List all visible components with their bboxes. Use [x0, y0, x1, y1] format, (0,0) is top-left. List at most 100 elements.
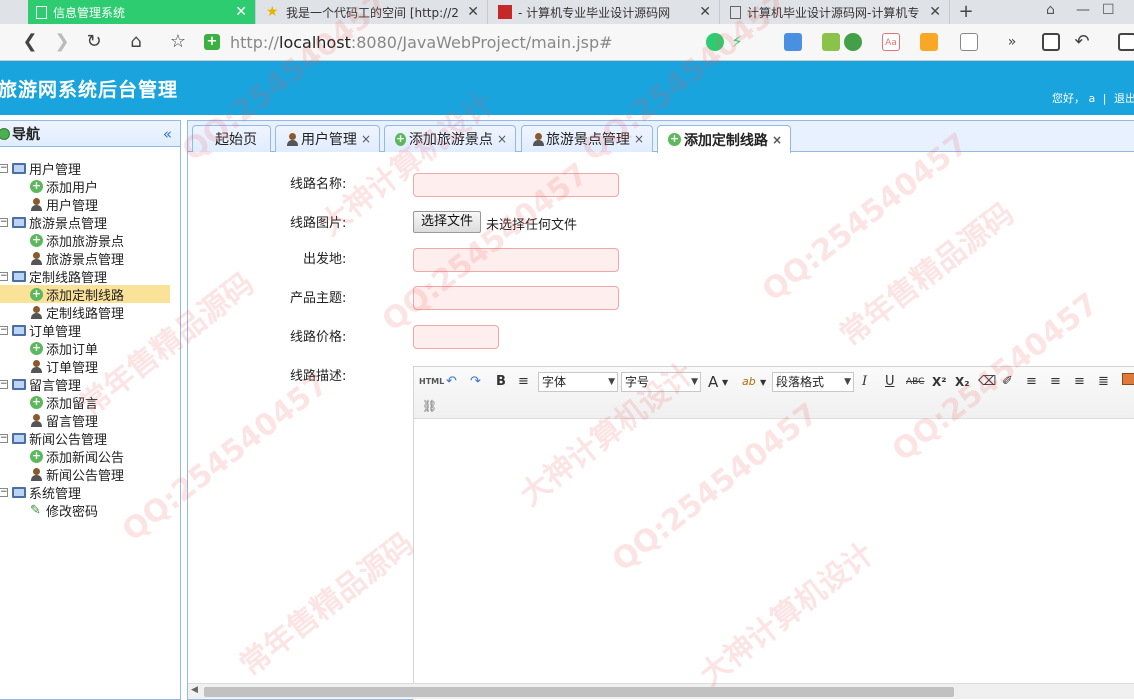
- close-tab-icon[interactable]: ✕: [467, 4, 479, 20]
- font-size-select[interactable]: 字号 ▼: [621, 372, 701, 392]
- tree-item-route-manage[interactable]: 定制线路管理: [0, 303, 180, 322]
- justify-icon[interactable]: ≣: [1098, 372, 1109, 392]
- browser-tab-4[interactable]: 计算机毕业设计源码网-计算机专 ✕: [722, 0, 950, 24]
- screenshot-icon[interactable]: [920, 33, 938, 51]
- tab-add-route[interactable]: + 添加定制线路 ×: [657, 125, 791, 153]
- clear-format-icon[interactable]: ⌫: [978, 372, 996, 392]
- collapse-toggle-icon[interactable]: −: [0, 379, 8, 389]
- horizontal-scrollbar[interactable]: ◀: [188, 683, 1134, 699]
- bookmark-star-icon[interactable]: ☆: [166, 30, 190, 54]
- tree-item-message-manage[interactable]: 留言管理: [0, 411, 180, 430]
- tree-item-order-manage[interactable]: 订单管理: [0, 357, 180, 376]
- superscript-button[interactable]: X²: [932, 372, 947, 392]
- tree-group-attractions[interactable]: − 旅游景点管理: [0, 213, 180, 232]
- editor-content-area[interactable]: [414, 419, 1134, 700]
- close-tab-icon[interactable]: ✕: [699, 4, 711, 20]
- tree-group-routes[interactable]: − 定制线路管理: [0, 267, 180, 286]
- undo-icon[interactable]: ↶: [1070, 30, 1094, 54]
- skin-icon[interactable]: ⌂: [1046, 0, 1055, 24]
- collapse-sidebar-icon[interactable]: «: [163, 125, 172, 143]
- close-tab-icon[interactable]: ×: [361, 132, 371, 146]
- browser-tab-2[interactable]: ★ 我是一个代码工的空间 [http://2 ✕: [258, 0, 488, 24]
- speed-icon[interactable]: [706, 33, 724, 51]
- collapse-toggle-icon[interactable]: −: [0, 487, 8, 497]
- collapse-toggle-icon[interactable]: −: [0, 325, 8, 335]
- tree-group-orders[interactable]: − 订单管理: [0, 321, 180, 340]
- subscript-button[interactable]: X₂: [955, 372, 970, 392]
- translate-icon[interactable]: Aa: [882, 33, 900, 51]
- new-tab-button[interactable]: +: [952, 0, 980, 24]
- tab-user-manage[interactable]: 用户管理 ×: [275, 125, 380, 152]
- close-tab-icon[interactable]: ✕: [929, 4, 941, 20]
- tree-group-users[interactable]: − 用户管理: [0, 159, 180, 178]
- align-right-icon[interactable]: ≡: [1074, 372, 1085, 392]
- theme-input[interactable]: [413, 286, 619, 310]
- collapse-toggle-icon[interactable]: −: [0, 433, 8, 443]
- tab-home[interactable]: 起始页: [192, 125, 271, 152]
- highlight-button[interactable]: ab: [742, 372, 756, 392]
- tree-item-add-order[interactable]: + 添加订单: [0, 339, 180, 358]
- apps-icon[interactable]: [784, 33, 802, 51]
- tree-item-add-route[interactable]: + 添加定制线路: [0, 285, 170, 304]
- align-center-icon[interactable]: ≡: [1050, 372, 1061, 392]
- font-family-select[interactable]: 字体 ▼: [538, 372, 618, 392]
- paragraph-format-select[interactable]: 段落格式 ▼: [772, 372, 854, 392]
- tree-item-user-manage[interactable]: 用户管理: [0, 195, 180, 214]
- underline-button[interactable]: U: [885, 372, 895, 392]
- close-tab-icon[interactable]: ×: [497, 132, 507, 146]
- link-icon[interactable]: ⛓: [422, 396, 437, 416]
- tree-item-add-attraction[interactable]: + 添加旅游景点: [0, 231, 180, 250]
- maximize-icon[interactable]: ☐: [1102, 0, 1115, 24]
- tree-group-system[interactable]: − 系统管理: [0, 483, 180, 502]
- home-icon[interactable]: ⌂: [124, 30, 148, 54]
- browser-tab-3[interactable]: - 计算机专业毕业设计源码网 ✕: [490, 0, 720, 24]
- close-tab-icon[interactable]: ×: [772, 133, 782, 147]
- forward-icon[interactable]: ❯: [50, 30, 74, 54]
- format-painter-icon[interactable]: ✐: [1002, 372, 1013, 392]
- tree-group-news[interactable]: − 新闻公告管理: [0, 429, 180, 448]
- game-icon[interactable]: [960, 33, 978, 51]
- tablet-icon[interactable]: [1042, 33, 1060, 51]
- refresh-icon[interactable]: ↻: [82, 30, 106, 54]
- price-input[interactable]: [413, 325, 499, 349]
- undo-icon[interactable]: ↶: [446, 372, 457, 392]
- tab-attraction-manage[interactable]: 旅游景点管理 ×: [521, 125, 653, 152]
- italic-button[interactable]: I: [862, 372, 867, 392]
- tree-item-attraction-manage[interactable]: 旅游景点管理: [0, 249, 180, 268]
- tree-item-news-manage[interactable]: 新闻公告管理: [0, 465, 180, 484]
- tree-item-change-password[interactable]: ✎ 修改密码: [0, 501, 180, 520]
- origin-input[interactable]: [413, 248, 619, 272]
- scroll-left-icon[interactable]: ◀: [191, 685, 198, 695]
- dropdown-arrow-icon[interactable]: ▼: [722, 373, 728, 393]
- indent-icon[interactable]: ≡: [518, 372, 529, 392]
- close-tab-icon[interactable]: ×: [634, 132, 644, 146]
- choose-file-button[interactable]: 选择文件: [413, 211, 482, 233]
- lightning-icon[interactable]: ⚡: [728, 33, 746, 51]
- back-icon[interactable]: ❮: [18, 30, 42, 54]
- dropdown-arrow-icon[interactable]: ▼: [760, 373, 766, 393]
- collapse-toggle-icon[interactable]: −: [0, 271, 8, 281]
- minimize-icon[interactable]: —: [1076, 0, 1090, 24]
- align-left-icon[interactable]: ≡: [1026, 372, 1037, 392]
- image-icon[interactable]: [1122, 373, 1134, 385]
- bold-button[interactable]: B: [496, 372, 506, 392]
- tree-group-messages[interactable]: − 留言管理: [0, 375, 180, 394]
- currency-icon[interactable]: [844, 33, 862, 51]
- url-input[interactable]: + http://localhost:8080/JavaWebProject/m…: [204, 29, 774, 55]
- strikethrough-button[interactable]: ABC: [906, 372, 924, 392]
- font-color-button[interactable]: A: [708, 372, 718, 392]
- close-tab-icon[interactable]: ✕: [235, 4, 247, 20]
- tab-add-attraction[interactable]: + 添加旅游景点 ×: [384, 125, 516, 152]
- tree-item-add-user[interactable]: + 添加用户: [0, 177, 180, 196]
- more-extensions-icon[interactable]: »: [1000, 30, 1024, 54]
- logout-link[interactable]: 退出: [1114, 92, 1134, 105]
- redo-icon[interactable]: ↷: [470, 372, 481, 392]
- html-source-button[interactable]: HTML: [419, 372, 444, 392]
- browser-tab-1[interactable]: 信息管理系统 ✕: [28, 0, 256, 24]
- book-icon[interactable]: [822, 33, 840, 51]
- collapse-toggle-icon[interactable]: −: [0, 217, 8, 227]
- tree-item-add-message[interactable]: + 添加留言: [0, 393, 180, 412]
- scrollbar-thumb[interactable]: [204, 687, 954, 697]
- tree-item-add-news[interactable]: + 添加新闻公告: [0, 447, 180, 466]
- collapse-toggle-icon[interactable]: −: [0, 163, 8, 173]
